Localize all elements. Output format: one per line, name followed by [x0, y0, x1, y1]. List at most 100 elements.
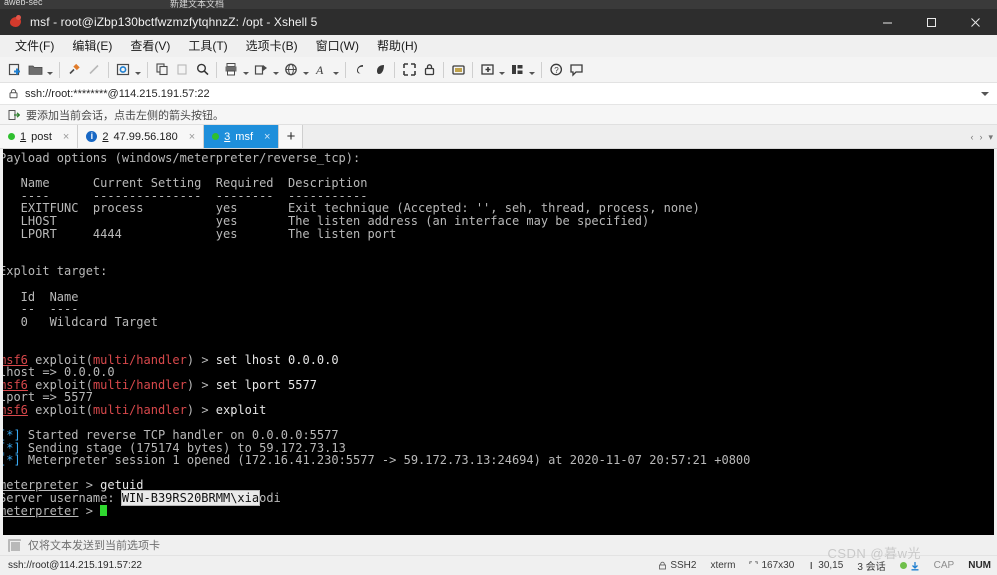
layout-caret-icon[interactable] [527, 59, 537, 81]
terminal-line: [*] Meterpreter session 1 opened (172.16… [3, 453, 751, 468]
menu-tabs[interactable]: 选项卡(B) [237, 35, 307, 56]
terminal-panel[interactable]: Payload options (windows/meterpreter/rev… [0, 149, 997, 535]
status-terminal-type-text: xterm [710, 560, 736, 571]
toolbar-separator [541, 61, 542, 78]
add-panel-icon[interactable] [477, 59, 497, 81]
tab-post[interactable]: 1 post × [0, 125, 79, 148]
toolbar-separator [108, 61, 109, 78]
caret-icon [810, 562, 813, 569]
help-icon[interactable]: ? [546, 59, 566, 81]
tab-number: 3 [224, 130, 231, 143]
terminal-line: Id Name [3, 289, 79, 304]
tab-close-icon[interactable]: × [57, 131, 69, 143]
menu-file[interactable]: 文件(F) [6, 35, 63, 56]
chevron-down-icon[interactable] [981, 92, 989, 96]
window-title: msf - root@iZbp130bctfwzmzfytqhnzZ: /opt… [30, 15, 318, 29]
status-cursor-position: 30,15 [808, 560, 843, 571]
address-input[interactable]: ssh://root:********@114.215.191.57:22 [25, 88, 210, 100]
disconnect-icon[interactable] [84, 59, 104, 81]
menu-tools[interactable]: 工具(T) [179, 35, 236, 56]
status-num-lock-text: NUM [968, 560, 991, 571]
window-titlebar: msf - root@iZbp130bctfwzmzfytqhnzZ: /opt… [0, 9, 997, 35]
tab-close-icon[interactable]: × [183, 131, 195, 143]
globe-caret-icon[interactable] [301, 59, 311, 81]
fullscreen-icon[interactable] [399, 59, 419, 81]
status-transfer-indicator [899, 561, 920, 571]
paste-icon[interactable] [172, 59, 192, 81]
compose-icon[interactable] [350, 59, 370, 81]
tab-47-99-56-180[interactable]: i 2 47.99.56.180 × [78, 125, 205, 148]
status-window-size: 167x30 [749, 560, 794, 571]
desktop-icon-label-aweb-sec: aweb-sec [4, 0, 43, 7]
add-session-icon[interactable] [8, 109, 20, 121]
highlight-icon[interactable] [370, 59, 390, 81]
transfer-icon[interactable] [251, 59, 271, 81]
menu-window[interactable]: 窗口(W) [307, 35, 368, 56]
address-bar[interactable]: ssh://root:********@114.215.191.57:22 [0, 83, 997, 105]
new-session-icon[interactable] [5, 59, 25, 81]
desktop-background: aweb-sec 新建文本文档 [0, 0, 997, 9]
properties-icon[interactable] [113, 59, 133, 81]
upload-dot-icon [899, 562, 907, 569]
toolbar-separator [472, 61, 473, 78]
print-caret-icon[interactable] [241, 59, 251, 81]
properties-caret-icon[interactable] [133, 59, 143, 81]
chat-icon[interactable] [566, 59, 586, 81]
menu-help[interactable]: 帮助(H) [368, 35, 427, 56]
open-folder-icon[interactable] [25, 59, 45, 81]
copy-icon[interactable] [152, 59, 172, 81]
new-tab-button[interactable]: + [279, 125, 304, 148]
font-caret-icon[interactable] [331, 59, 341, 81]
tab-nav-controls: ‹ › ▾ [970, 125, 993, 149]
tab-msf[interactable]: 3 msf × [204, 125, 280, 148]
status-session-count: 3 会话 [857, 558, 885, 573]
menu-edit[interactable]: 编辑(E) [63, 35, 121, 56]
status-terminal-type: xterm [710, 560, 735, 571]
download-icon [911, 561, 919, 570]
terminal-line: Payload options (windows/meterpreter/rev… [3, 151, 361, 165]
status-protocol: SSH2 [658, 560, 696, 571]
font-icon[interactable]: A [311, 59, 331, 81]
terminal-line: msf6 exploit(multi/handler) > set lhost … [3, 352, 339, 367]
svg-text:?: ? [554, 66, 559, 75]
toolbar-separator [394, 61, 395, 78]
transfer-caret-icon[interactable] [271, 59, 281, 81]
toolbar-separator [443, 61, 444, 78]
connect-icon[interactable] [64, 59, 84, 81]
terminal-line: meterpreter > [3, 504, 994, 518]
toolbar-separator [345, 61, 346, 78]
maximize-button[interactable] [909, 9, 953, 35]
layout-icon[interactable] [507, 59, 527, 81]
send-to-tab-label: 仅将文本发送到当前选项卡 [28, 540, 160, 552]
send-to-tab-bar[interactable]: 仅将文本发送到当前选项卡 [0, 535, 997, 555]
status-cells: SSH2 xterm 167x30 30,15 3 会话 CAP NUM [658, 558, 991, 573]
menu-view[interactable]: 查看(V) [121, 35, 179, 56]
status-session-count-text: 3 会话 [857, 562, 886, 573]
selected-text[interactable]: WIN-B39RS20BRMM\xia [120, 490, 261, 507]
tab-number: 1 [20, 130, 27, 143]
globe-icon[interactable] [281, 59, 301, 81]
tab-next-button[interactable]: › [979, 132, 982, 142]
close-button[interactable] [953, 9, 997, 35]
lock-icon[interactable] [419, 59, 439, 81]
screen-icon [749, 561, 759, 564]
tab-prev-button[interactable]: ‹ [970, 132, 973, 142]
tab-menu-button[interactable]: ▾ [988, 132, 993, 143]
log-icon[interactable] [448, 59, 468, 81]
window-controls [865, 9, 997, 35]
print-icon[interactable] [221, 59, 241, 81]
search-icon[interactable] [192, 59, 212, 81]
status-connection: ssh://root@114.215.191.57:22 [8, 560, 142, 571]
tab-close-icon[interactable]: × [258, 131, 270, 143]
desktop-icon-label-new-text-document: 新建文本文档 [170, 0, 225, 9]
open-folder-caret-icon[interactable] [45, 59, 55, 81]
status-num-lock: NUM [968, 560, 991, 571]
xshell-logo-icon [8, 14, 24, 30]
terminal-output[interactable]: Payload options (windows/meterpreter/rev… [3, 149, 994, 535]
minimize-button[interactable] [865, 9, 909, 35]
add-panel-caret-icon[interactable] [497, 59, 507, 81]
